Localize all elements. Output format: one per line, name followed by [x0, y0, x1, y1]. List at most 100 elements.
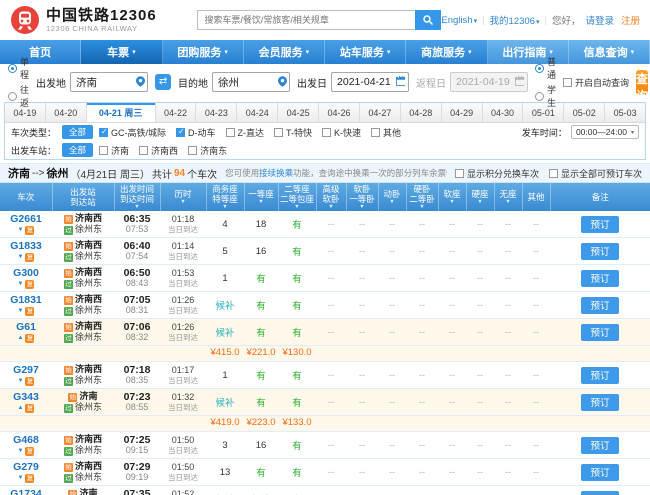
book-button[interactable]: 预订: [581, 269, 619, 287]
train-type-checkbox[interactable]: T-特快: [274, 126, 312, 139]
login-link[interactable]: 请登录: [585, 13, 614, 27]
expand-caret-icon[interactable]: ▼: [18, 307, 24, 316]
sort-icon[interactable]: ▼: [245, 199, 278, 205]
column-header[interactable]: 硬卧 二等卧 ▼: [406, 183, 439, 211]
nav-item[interactable]: 车票 ▾: [81, 40, 163, 64]
sort-icon[interactable]: ▼: [161, 199, 206, 205]
date-tab[interactable]: 04-21 周三: [86, 103, 156, 122]
train-type-checkbox[interactable]: 其他: [371, 126, 401, 139]
query-button[interactable]: 查询: [636, 69, 649, 103]
train-number[interactable]: G2661: [0, 213, 52, 225]
sort-icon[interactable]: ▼: [207, 204, 244, 210]
book-button[interactable]: 预订: [581, 436, 619, 454]
sort-icon[interactable]: ▼: [439, 199, 466, 205]
column-header[interactable]: 备注: [550, 183, 650, 211]
station-checkbox[interactable]: 济南西: [139, 144, 178, 157]
expand-caret-icon[interactable]: ▼: [18, 447, 24, 456]
expand-caret-icon[interactable]: ▲: [18, 404, 24, 413]
date-tab[interactable]: 04-29: [442, 103, 483, 122]
sort-icon[interactable]: ▼: [115, 204, 160, 210]
date-tab[interactable]: 04-26: [319, 103, 360, 122]
train-type-all-button[interactable]: 全部: [62, 125, 94, 139]
station-checkbox[interactable]: 济南: [99, 144, 129, 157]
station-checkbox[interactable]: 济南东: [188, 144, 227, 157]
train-number[interactable]: G1734: [0, 488, 52, 495]
station-all-button[interactable]: 全部: [62, 143, 94, 157]
register-link[interactable]: 注册: [621, 13, 640, 27]
depart-time-select[interactable]: 00:00—24:00 ▾: [570, 125, 639, 139]
book-button[interactable]: 预订: [581, 215, 619, 233]
column-header[interactable]: 软座 ▼: [438, 183, 467, 211]
train-number[interactable]: G300: [0, 267, 52, 279]
train-number[interactable]: G1831: [0, 294, 52, 306]
sort-icon[interactable]: ▼: [467, 199, 494, 205]
expand-caret-icon[interactable]: ▼: [18, 280, 24, 289]
swap-stations-button[interactable]: ⇄: [155, 74, 172, 90]
nav-item[interactable]: 站车服务 ▾: [325, 40, 407, 64]
date-tab[interactable]: 04-28: [401, 103, 442, 122]
column-header[interactable]: 硬座 ▼: [466, 183, 495, 211]
date-tab[interactable]: 04-30: [483, 103, 524, 122]
expand-caret-icon[interactable]: ▼: [18, 253, 24, 262]
book-button[interactable]: 预订: [581, 296, 619, 314]
date-tab[interactable]: 04-24: [237, 103, 279, 122]
train-number[interactable]: G61: [0, 321, 52, 333]
date-tab[interactable]: 04-23: [196, 103, 238, 122]
train-type-checkbox[interactable]: D-动车: [176, 126, 216, 139]
trip-type-radio[interactable]: 单程: [8, 55, 29, 81]
column-header[interactable]: 高级 软卧 ▼: [316, 183, 347, 211]
book-button[interactable]: 预订: [581, 242, 619, 260]
sort-icon[interactable]: ▼: [317, 204, 346, 210]
train-number[interactable]: G1833: [0, 240, 52, 252]
train-number[interactable]: G468: [0, 434, 52, 446]
search-input[interactable]: [197, 10, 416, 30]
passenger-type-radio[interactable]: 普通: [535, 55, 556, 81]
expand-caret-icon[interactable]: ▲: [18, 334, 24, 343]
column-header[interactable]: 出发站 到达站: [52, 183, 115, 211]
nav-item[interactable]: 团购服务 ▾: [163, 40, 244, 64]
train-type-checkbox[interactable]: K-快速: [322, 126, 361, 139]
date-tab[interactable]: 04-27: [360, 103, 401, 122]
auto-query-checkbox[interactable]: 开启自动查询: [563, 76, 629, 89]
date-tab[interactable]: 04-25: [278, 103, 320, 122]
date-tab[interactable]: 04-22: [156, 103, 197, 122]
sort-icon[interactable]: ▼: [347, 204, 378, 210]
search-button[interactable]: [415, 10, 442, 30]
column-header[interactable]: 出发时间 到达时间 ▼: [114, 183, 161, 211]
nav-item[interactable]: 会员服务 ▾: [244, 40, 325, 64]
date-tab[interactable]: 05-01: [523, 103, 565, 122]
book-button[interactable]: 预订: [581, 463, 619, 481]
sort-icon[interactable]: ▼: [495, 199, 522, 205]
nav-item[interactable]: 商旅服务 ▾: [406, 40, 488, 64]
date-tab[interactable]: 05-02: [564, 103, 606, 122]
date-tab[interactable]: 04-20: [46, 103, 87, 122]
train-number[interactable]: G343: [0, 391, 52, 403]
date-tab[interactable]: 05-03: [605, 103, 645, 122]
book-button[interactable]: 预订: [581, 323, 619, 341]
language-menu[interactable]: English▾: [441, 15, 477, 26]
column-header[interactable]: 软卧 一等卧 ▼: [346, 183, 379, 211]
train-type-checkbox[interactable]: Z-直达: [225, 126, 264, 139]
expand-caret-icon[interactable]: ▼: [18, 377, 24, 386]
column-header[interactable]: 一等座 ▼: [244, 183, 279, 211]
expand-caret-icon[interactable]: ▼: [18, 474, 24, 483]
nav-item[interactable]: 信息查询 ▾: [568, 40, 650, 64]
display-option-checkbox[interactable]: 显示全部可预订车次: [548, 167, 642, 180]
expand-caret-icon[interactable]: ▼: [18, 226, 24, 235]
sort-icon[interactable]: ▼: [407, 204, 438, 210]
brand[interactable]: 中国铁路12306 12306 CHINA RAILWAY: [10, 5, 169, 35]
my12306-menu[interactable]: 我的12306▾: [490, 13, 540, 27]
nav-item[interactable]: 出行指南 ▾: [487, 40, 569, 64]
sort-icon[interactable]: ▼: [379, 199, 406, 205]
train-number[interactable]: G297: [0, 364, 52, 376]
column-header[interactable]: 历时 ▼: [160, 183, 207, 211]
column-header[interactable]: 二等座 二等包座 ▼: [278, 183, 317, 211]
sort-icon[interactable]: ▼: [279, 204, 316, 210]
column-header[interactable]: 其他: [522, 183, 551, 211]
display-option-checkbox[interactable]: 显示积分兑换车次: [454, 167, 539, 180]
column-header[interactable]: 车次: [0, 183, 53, 211]
column-header[interactable]: 商务座 特等座 ▼: [206, 183, 245, 211]
column-header[interactable]: 动卧 ▼: [378, 183, 407, 211]
book-button[interactable]: 预订: [581, 366, 619, 384]
transfer-link[interactable]: 接续换乘: [259, 168, 293, 178]
